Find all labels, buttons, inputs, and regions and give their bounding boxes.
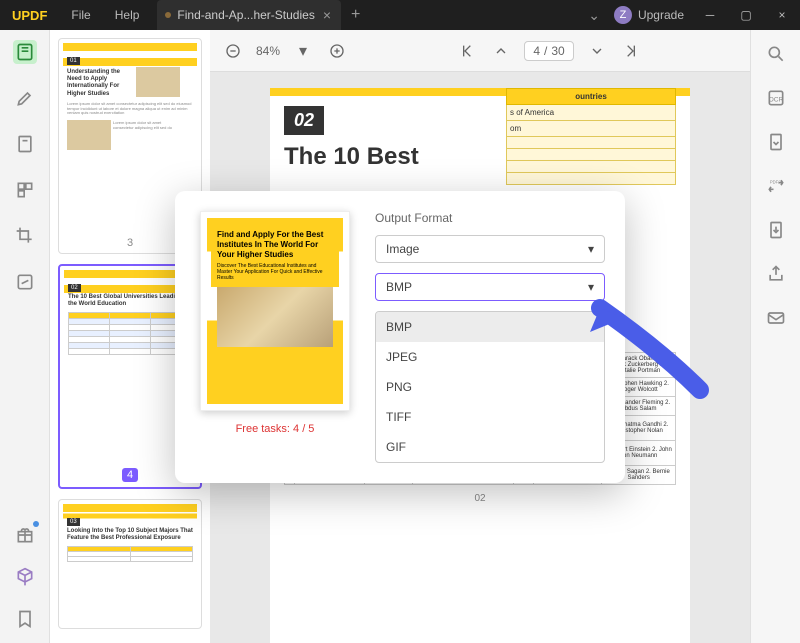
- menu-file[interactable]: File: [59, 8, 102, 22]
- maximize-icon[interactable]: ▢: [728, 0, 764, 30]
- tab-add-icon[interactable]: +: [341, 6, 370, 24]
- titlebar: UPDF File Help Find-and-Ap...her-Studies…: [0, 0, 800, 30]
- dropdown-option-tiff[interactable]: TIFF: [376, 402, 604, 432]
- avatar: Z: [614, 6, 632, 24]
- dropdown-option-bmp[interactable]: BMP: [376, 312, 604, 342]
- tab-close-icon[interactable]: ×: [321, 7, 333, 23]
- modal-backdrop: Find and Apply For the Best Institutes I…: [0, 30, 800, 643]
- chevron-down-icon: ▾: [588, 280, 594, 294]
- dropdown-option-gif[interactable]: GIF: [376, 432, 604, 462]
- tab-indicator-icon: [165, 12, 171, 18]
- document-tab[interactable]: Find-and-Ap...her-Studies ×: [157, 0, 341, 30]
- minimize-icon[interactable]: ─: [692, 0, 728, 30]
- chevron-down-icon[interactable]: ⌄: [582, 7, 606, 24]
- dropdown-option-png[interactable]: PNG: [376, 372, 604, 402]
- chevron-down-icon: ▾: [588, 242, 594, 256]
- window-controls: ─ ▢ ×: [692, 0, 800, 30]
- output-format-label: Output Format: [375, 211, 605, 225]
- upgrade-button[interactable]: Z Upgrade: [606, 6, 692, 24]
- format-select[interactable]: Image ▾: [375, 235, 605, 263]
- close-icon[interactable]: ×: [764, 0, 800, 30]
- dropdown-option-jpeg[interactable]: JPEG: [376, 342, 604, 372]
- tab-title: Find-and-Ap...her-Studies: [177, 8, 314, 22]
- export-modal: Find and Apply For the Best Institutes I…: [175, 191, 625, 483]
- free-tasks-label: Free tasks: 4 / 5: [236, 423, 315, 435]
- export-preview: Find and Apply For the Best Institutes I…: [200, 211, 350, 411]
- app-logo: UPDF: [0, 8, 59, 23]
- subformat-dropdown: BMP JPEG PNG TIFF GIF: [375, 311, 605, 463]
- menu-help[interactable]: Help: [103, 8, 152, 22]
- upgrade-label: Upgrade: [638, 8, 684, 22]
- subformat-select[interactable]: BMP ▾: [375, 273, 605, 301]
